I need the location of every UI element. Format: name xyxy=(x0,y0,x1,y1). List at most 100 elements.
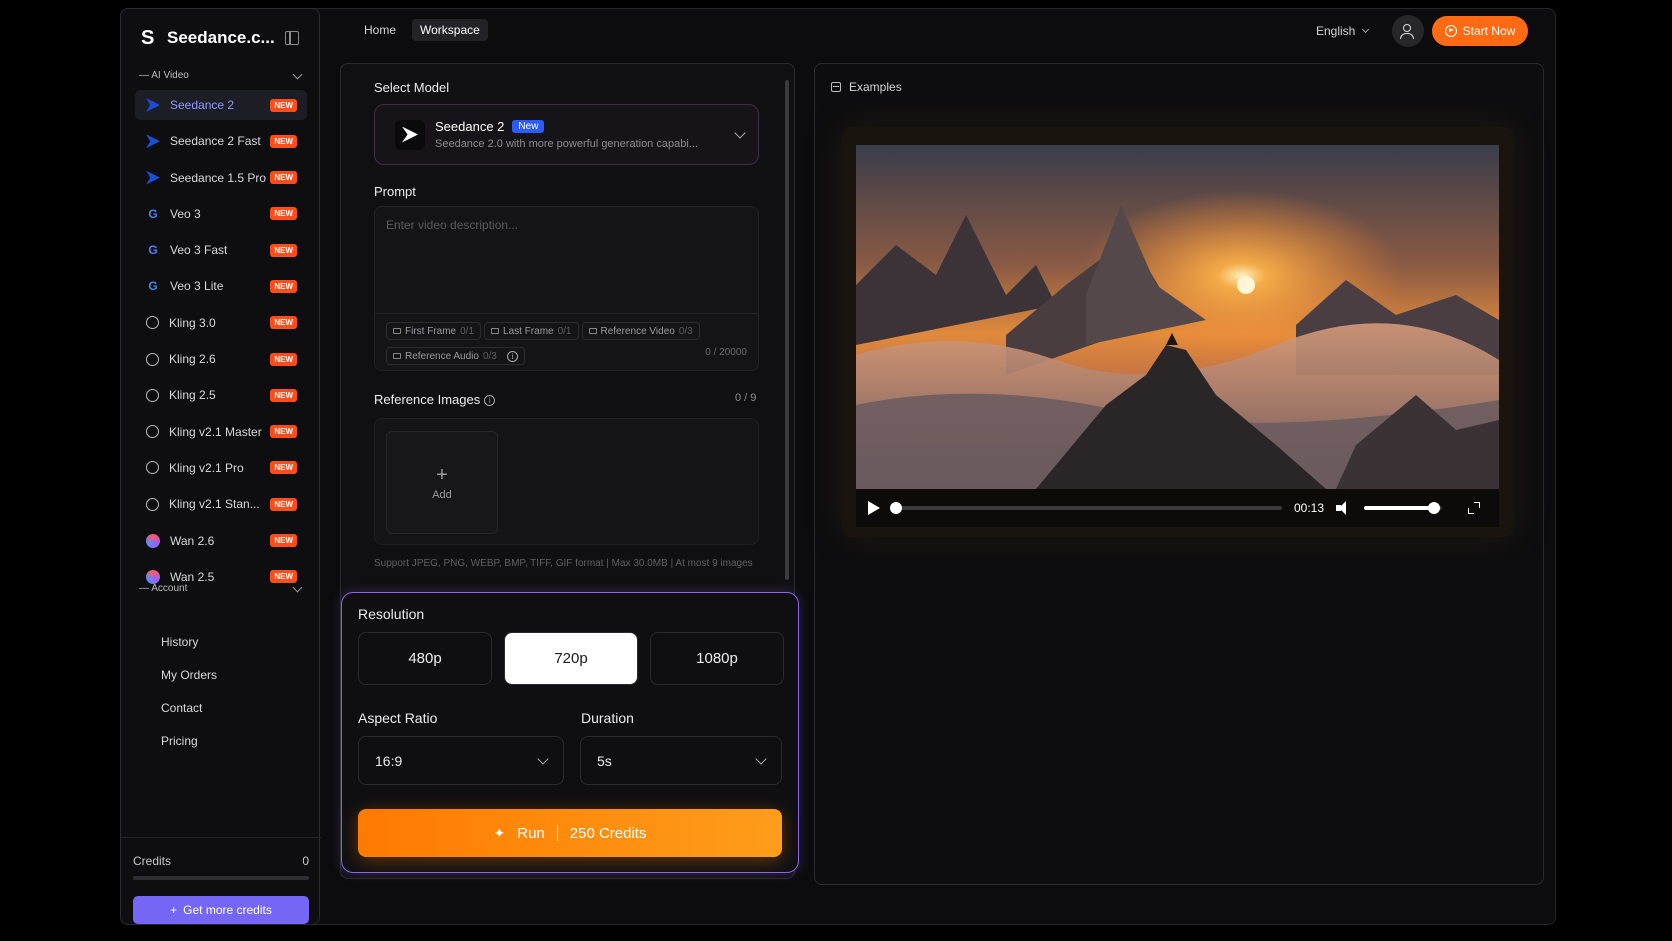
sidebar-item-kling-2-6[interactable]: Kling 2.6 NEW xyxy=(135,344,307,374)
new-badge: NEW xyxy=(270,207,297,221)
ai-video-section-header[interactable]: — AI Video xyxy=(139,69,305,81)
sidebar-item-kling-v2-1-stan[interactable]: Kling v2.1 Stan... NEW xyxy=(135,489,307,519)
sidebar-item-veo-3-fast[interactable]: G Veo 3 Fast NEW xyxy=(135,235,307,265)
chip-reference-audio[interactable]: Reference Audio 0/3 i xyxy=(386,347,525,365)
new-badge: NEW xyxy=(270,316,297,330)
attachment-icon xyxy=(393,328,401,334)
new-badge: NEW xyxy=(270,570,297,584)
duration-select[interactable]: 5s xyxy=(580,736,782,785)
account-item-history[interactable]: History xyxy=(161,635,217,668)
tab-workspace[interactable]: Workspace xyxy=(412,19,488,41)
user-button[interactable] xyxy=(1392,15,1424,47)
kling-icon xyxy=(146,425,159,439)
new-badge: NEW xyxy=(270,134,297,148)
progress-knob[interactable] xyxy=(890,502,902,514)
sidebar-item-seedance-2[interactable]: Seedance 2 NEW xyxy=(135,90,307,120)
language-select[interactable]: English xyxy=(1316,24,1370,38)
seedance-icon xyxy=(146,98,160,112)
sidebar-item-kling-3-0[interactable]: Kling 3.0 NEW xyxy=(135,308,307,338)
get-more-credits-button[interactable]: + Get more credits xyxy=(133,896,309,924)
start-now-button[interactable]: Start Now xyxy=(1432,16,1528,46)
sidebar-item-label: Seedance 2 Fast xyxy=(170,134,261,149)
select-model-label: Select Model xyxy=(374,80,450,95)
model-nav: Seedance 2 NEW Seedance 2 Fast NEW Seedance … xyxy=(135,90,307,598)
sparkle-icon: ✦ xyxy=(493,824,506,841)
resolution-1080p[interactable]: 1080p xyxy=(650,632,784,685)
kling-icon xyxy=(146,316,159,330)
tab-home[interactable]: Home xyxy=(356,19,404,41)
model-name: Seedance 2 xyxy=(435,119,505,134)
sidebar-item-kling-2-5[interactable]: Kling 2.5 NEW xyxy=(135,380,307,410)
account-nav: History My Orders Contact Pricing xyxy=(161,635,217,767)
resolution-options: 480p 720p 1080p xyxy=(358,632,784,685)
sidebar-item-kling-v2-1-pro[interactable]: Kling v2.1 Pro NEW xyxy=(135,453,307,483)
model-select[interactable]: Seedance 2 New Seedance 2.0 with more po… xyxy=(374,104,759,165)
section-title: — Account xyxy=(139,583,188,594)
sidebar-item-wan-2-6[interactable]: Wan 2.6 NEW xyxy=(135,526,307,556)
resolution-720p[interactable]: 720p xyxy=(504,632,638,685)
sidebar-item-seedance-2-fast[interactable]: Seedance 2 Fast NEW xyxy=(135,126,307,156)
aspect-ratio-select[interactable]: 16:9 xyxy=(358,736,564,785)
sidebar-item-kling-v2-1-master[interactable]: Kling v2.1 Master NEW xyxy=(135,417,307,447)
examples-header: Examples xyxy=(831,80,902,94)
add-label: Add xyxy=(432,488,452,501)
resolution-label: Resolution xyxy=(358,606,425,622)
account-section-header[interactable]: — Account xyxy=(139,582,305,594)
reference-images-label: Reference Images i xyxy=(374,392,496,407)
info-icon[interactable]: i xyxy=(506,350,518,362)
model-description: Seedance 2.0 with more powerful generati… xyxy=(435,138,698,150)
chevron-down-icon xyxy=(755,752,767,765)
info-icon[interactable]: i xyxy=(484,395,496,406)
volume-icon[interactable] xyxy=(1336,501,1352,515)
sidebar-item-veo-3-lite[interactable]: G Veo 3 Lite NEW xyxy=(135,271,307,301)
run-label: Run xyxy=(517,824,545,842)
new-badge: NEW xyxy=(270,388,297,402)
new-badge: New xyxy=(512,120,545,133)
top-tabs: Home Workspace xyxy=(356,19,488,41)
resolution-480p[interactable]: 480p xyxy=(358,632,492,685)
volume-knob[interactable] xyxy=(1428,502,1441,514)
new-badge: NEW xyxy=(270,98,297,112)
aspect-ratio-value: 16:9 xyxy=(375,752,403,769)
google-icon: G xyxy=(148,243,158,258)
new-badge: NEW xyxy=(270,243,297,257)
account-item-my-orders[interactable]: My Orders xyxy=(161,668,217,701)
credits-label: Credits xyxy=(133,854,172,868)
sidebar-item-label: Seedance 2 xyxy=(170,98,235,112)
user-icon xyxy=(1403,24,1411,32)
add-image-button[interactable]: + Add xyxy=(386,431,498,534)
volume-slider[interactable] xyxy=(1364,502,1443,514)
run-cost: 250 Credits xyxy=(569,824,647,842)
run-button[interactable]: ✦ Run 250 Credits xyxy=(358,809,782,857)
collapse-sidebar-icon[interactable] xyxy=(285,31,299,45)
seedance-logo-icon: S xyxy=(141,27,155,49)
example-video[interactable] xyxy=(856,145,1499,489)
sidebar-item-label: Veo 3 xyxy=(170,206,201,221)
section-title: — AI Video xyxy=(139,70,189,81)
chevron-down-icon xyxy=(1362,25,1370,34)
sidebar-item-seedance-1-5-pro[interactable]: Seedance 1.5 Pro NEW xyxy=(135,163,307,193)
account-item-pricing[interactable]: Pricing xyxy=(161,734,217,767)
sidebar-item-label: Kling 2.6 xyxy=(169,352,216,367)
credits-panel: Credits 0 + Get more credits xyxy=(121,837,321,924)
wan-icon xyxy=(146,533,160,548)
sidebar-item-veo-3[interactable]: G Veo 3 NEW xyxy=(135,199,307,229)
kling-icon xyxy=(146,497,159,511)
google-icon: G xyxy=(148,279,158,294)
wan-icon xyxy=(146,569,160,584)
play-icon[interactable] xyxy=(868,501,880,515)
account-item-contact[interactable]: Contact xyxy=(161,701,217,734)
chip-reference-video[interactable]: Reference Video 0/3 xyxy=(581,322,700,340)
video-progress[interactable] xyxy=(890,502,1282,514)
form-scrollbar[interactable] xyxy=(785,80,789,580)
fullscreen-icon[interactable] xyxy=(1468,502,1481,514)
language-label: English xyxy=(1316,24,1356,38)
chip-last-frame[interactable]: Last Frame 0/1 xyxy=(484,322,579,340)
brand[interactable]: S Seedance.c... xyxy=(141,27,275,49)
prompt-input[interactable]: Enter video description... First Frame 0/… xyxy=(374,206,759,371)
new-badge: NEW xyxy=(270,425,297,439)
chip-first-frame[interactable]: First Frame 0/1 xyxy=(386,322,482,340)
chevron-down-icon xyxy=(734,126,746,139)
examples-icon xyxy=(831,82,841,92)
new-badge: NEW xyxy=(270,171,297,185)
